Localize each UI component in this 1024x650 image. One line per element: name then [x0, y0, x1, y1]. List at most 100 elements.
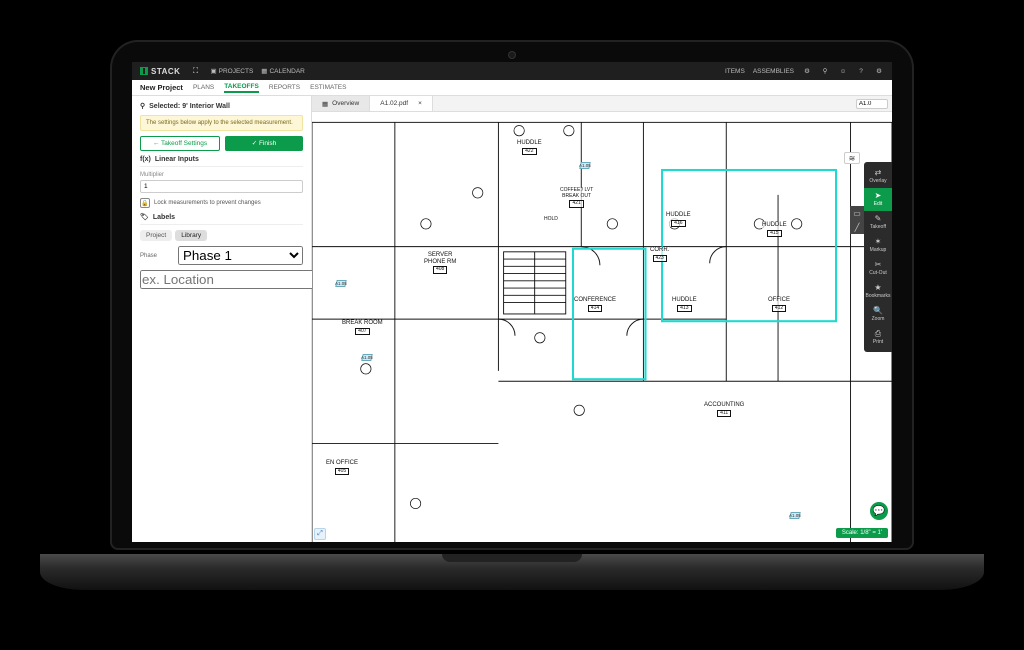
- project-name[interactable]: New Project: [140, 83, 183, 92]
- tag-icon: 🏷: [140, 213, 149, 221]
- tab-estimates[interactable]: ESTIMATES: [310, 84, 346, 91]
- tool-markup[interactable]: ✶Markup: [864, 234, 892, 257]
- room-corr: CORR.423: [650, 247, 669, 262]
- tab-plans[interactable]: PLANS: [193, 84, 214, 91]
- tab-overview[interactable]: ▦Overview: [312, 96, 370, 111]
- settings-notice: The settings below apply to the selected…: [140, 115, 303, 131]
- svg-text:5: 5: [414, 502, 417, 507]
- stack-logo-icon: [140, 67, 148, 75]
- notification-icon[interactable]: ⚲: [820, 66, 830, 76]
- users-icon[interactable]: ☺: [838, 66, 848, 76]
- right-toolbar: ⇄Overlay ➤Edit ✎Takeoff ✶Markup ✂Cut-Out…: [864, 162, 892, 352]
- gear-icon[interactable]: ⚙: [874, 66, 884, 76]
- plan-callout-1[interactable]: A1.05: [579, 162, 590, 169]
- tool-zoom[interactable]: 🔍Zoom: [864, 303, 892, 326]
- room-huddle-413: HUDDLE413: [672, 297, 697, 312]
- svg-text:15: 15: [517, 129, 523, 134]
- nav-items[interactable]: ITEMS: [725, 68, 745, 75]
- left-panel: ⚲Selected: 9' Interior Wall The settings…: [132, 96, 312, 542]
- multiplier-input[interactable]: [140, 180, 303, 193]
- top-bar: STACK ⛶ ▣ PROJECTS ▦ CALENDAR ITEMS ASSE…: [132, 62, 892, 80]
- svg-text:2: 2: [476, 191, 479, 196]
- svg-text:2: 2: [611, 222, 614, 227]
- room-conference: CONFERENCE414: [574, 297, 616, 312]
- scissors-icon: ✂: [875, 261, 882, 269]
- tool-edit[interactable]: ➤Edit: [864, 188, 892, 211]
- room-open-office: EN OFFICE405: [326, 460, 358, 475]
- scale-indicator[interactable]: Scale: 1/8" = 1': [836, 528, 888, 538]
- help-icon[interactable]: ?: [856, 66, 866, 76]
- pencil-icon: ✎: [875, 215, 882, 223]
- room-office: OFFICE412: [768, 297, 790, 312]
- tool-takeoff[interactable]: ✎Takeoff: [864, 211, 892, 234]
- app-screen: STACK ⛶ ▣ PROJECTS ▦ CALENDAR ITEMS ASSE…: [132, 62, 892, 542]
- zoom-icon: 🔍: [873, 307, 883, 315]
- nav-calendar[interactable]: ▦ CALENDAR: [261, 67, 305, 75]
- finish-button[interactable]: ✓ Finish: [225, 136, 303, 151]
- nav-projects[interactable]: ▣ PROJECTS: [210, 67, 253, 75]
- expand-icon[interactable]: ⛶: [190, 66, 200, 76]
- nav-assemblies[interactable]: ASSEMBLIES: [753, 68, 794, 75]
- floorplan-svg: 15 15 2 2 2 5 15 15 15 2 5 5: [312, 112, 892, 542]
- room-server: SERVER PHONE RM408: [424, 252, 456, 274]
- cursor-icon: ➤: [875, 192, 882, 200]
- selected-header: ⚲Selected: 9' Interior Wall: [140, 102, 303, 110]
- svg-text:15: 15: [794, 222, 800, 227]
- person-icon: ⚲: [140, 102, 145, 110]
- room-coffee: COFFEE / LVT BREAK OUT421: [560, 188, 593, 208]
- svg-text:2: 2: [365, 367, 368, 372]
- labels-tab-library[interactable]: Library: [175, 230, 207, 241]
- svg-text:5: 5: [578, 408, 581, 413]
- room-break: BREAK ROOM407: [342, 320, 383, 335]
- tool-cutout[interactable]: ✂Cut-Out: [864, 257, 892, 280]
- svg-text:15: 15: [566, 129, 572, 134]
- close-tab-icon[interactable]: ×: [418, 100, 422, 107]
- shape-rect[interactable]: ▭: [850, 206, 864, 220]
- lock-icon[interactable]: 🔒: [140, 198, 150, 208]
- overlay-icon: ⇄: [875, 169, 882, 177]
- tool-bookmark[interactable]: ★Bookmarks: [864, 280, 892, 303]
- chat-fab[interactable]: 💬: [870, 502, 888, 520]
- tool-overlay[interactable]: ⇄Overlay: [864, 165, 892, 188]
- room-huddle-415: HUDDLE415: [762, 222, 787, 237]
- goto-page-input[interactable]: [856, 99, 888, 109]
- laptop-base: [40, 554, 984, 590]
- plan-callout-3[interactable]: A1.05: [361, 354, 372, 361]
- room-huddle-416: HUDDLE416: [666, 212, 691, 227]
- brand-logo[interactable]: STACK: [140, 67, 180, 76]
- gift-icon[interactable]: ⚙: [802, 66, 812, 76]
- sub-nav: New Project PLANS TAKEOFFS REPORTS ESTIM…: [132, 80, 892, 96]
- takeoff-settings-button[interactable]: ← Takeoff Settings: [140, 136, 220, 151]
- phase-label: Phase: [140, 253, 174, 259]
- linear-inputs-header: f(x)Linear Inputs: [140, 156, 303, 167]
- location-input[interactable]: [140, 270, 321, 289]
- svg-text:15: 15: [537, 336, 543, 341]
- plan-callout-4[interactable]: A1.05: [789, 512, 800, 519]
- phase-select[interactable]: Phase 1: [178, 246, 303, 265]
- shape-toolbar: ▭ ╱: [850, 206, 864, 234]
- layers-icon: ≋: [849, 154, 856, 163]
- plan-callout-2[interactable]: A1.05: [335, 280, 346, 287]
- layers-button[interactable]: ≋: [844, 152, 860, 164]
- tab-active-doc[interactable]: A1.02.pdf ×: [370, 96, 433, 111]
- bookmark-icon: ★: [874, 284, 881, 292]
- tool-print[interactable]: ⎙Print: [864, 326, 892, 349]
- chat-icon: 💬: [873, 506, 885, 517]
- zoom-hint[interactable]: ⤢: [314, 528, 326, 540]
- tab-takeoffs[interactable]: TAKEOFFS: [224, 83, 259, 93]
- grid-icon: ▦: [322, 100, 328, 108]
- markup-icon: ✶: [875, 238, 882, 246]
- drawing-canvas[interactable]: 15 15 2 2 2 5 15 15 15 2 5 5: [312, 112, 892, 542]
- room-hold: HOLD: [544, 217, 558, 223]
- labels-tab-project[interactable]: Project: [140, 230, 172, 241]
- svg-text:2: 2: [425, 222, 428, 227]
- print-icon: ⎙: [875, 330, 881, 338]
- room-accounting: ACCOUNTING411: [704, 402, 744, 417]
- lock-label: Lock measurements to prevent changes: [154, 200, 261, 206]
- multiplier-label: Multiplier: [140, 172, 303, 178]
- document-tabs: ▦Overview A1.02.pdf ×: [312, 96, 892, 112]
- labels-header: 🏷Labels: [140, 213, 303, 225]
- room-huddle-422: HUDDLE422: [517, 140, 542, 155]
- tab-reports[interactable]: REPORTS: [269, 84, 300, 91]
- shape-line[interactable]: ╱: [850, 220, 864, 234]
